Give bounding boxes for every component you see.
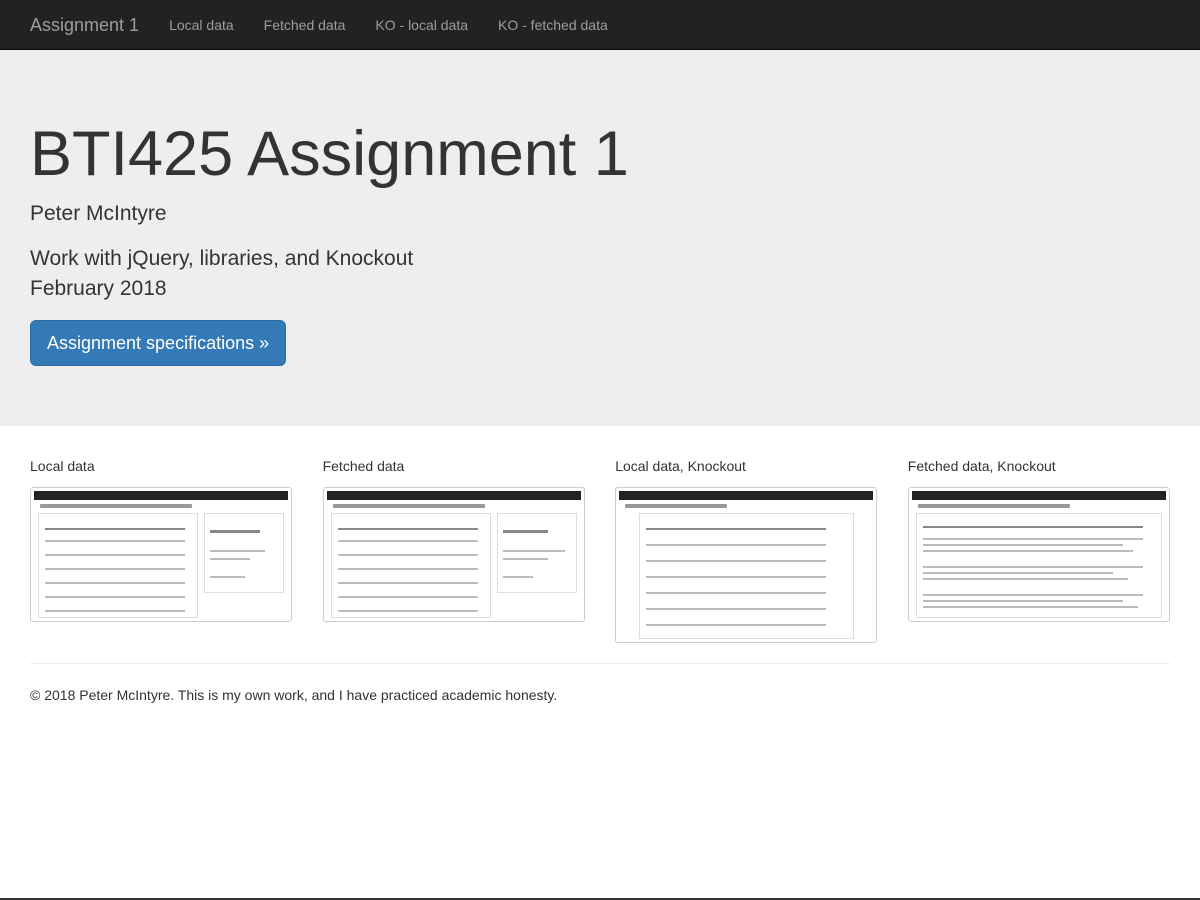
screenshot-preview — [619, 491, 874, 639]
assignment-date: February 2018 — [30, 277, 167, 300]
nav-link-ko-fetched-data[interactable]: KO - fetched data — [498, 0, 608, 50]
thumbnail-column-ko-fetched-data: Fetched data, Knockout — [907, 458, 1170, 643]
thumbnail-local-data[interactable] — [30, 487, 292, 622]
thumbnail-title: Local data — [30, 458, 95, 474]
thumbnail-column-ko-local-data: Local data, Knockout — [615, 458, 878, 643]
screenshot-preview — [326, 491, 581, 618]
nav-link-ko-local-data[interactable]: KO - local data — [375, 0, 468, 50]
screenshot-preview — [34, 491, 288, 618]
screenshot-preview — [911, 491, 1166, 618]
thumbnail-column-fetched-data: Fetched data — [322, 458, 585, 643]
thumbnail-title: Fetched data — [322, 458, 405, 474]
thumbnail-title: Local data, Knockout — [615, 458, 746, 474]
footer-text: © 2018 Peter McIntyre. This is my own wo… — [30, 687, 558, 703]
top-navbar: Assignment 1 Local data Fetched data KO … — [0, 0, 1200, 50]
author-name: Peter McIntyre — [30, 202, 167, 225]
thumbnail-column-local-data: Local data — [30, 458, 292, 643]
thumbnail-title: Fetched data, Knockout — [907, 458, 1056, 474]
navbar-brand[interactable]: Assignment 1 — [30, 0, 139, 50]
assignment-description: Work with jQuery, libraries, and Knockou… — [30, 247, 414, 270]
thumbnail-row: Local data Fetched data Local data, Knoc… — [0, 458, 1200, 643]
jumbotron: BTI425 Assignment 1 Peter McIntyre Work … — [0, 50, 1200, 426]
page-title: BTI425 Assignment 1 — [30, 119, 629, 189]
nav-link-local-data[interactable]: Local data — [169, 0, 234, 50]
thumbnail-ko-local-data[interactable] — [615, 487, 878, 643]
nav-link-fetched-data[interactable]: Fetched data — [264, 0, 346, 50]
thumbnail-ko-fetched-data[interactable] — [907, 487, 1170, 622]
assignment-specifications-button[interactable]: Assignment specifications » — [30, 320, 287, 366]
thumbnail-fetched-data[interactable] — [322, 487, 585, 622]
